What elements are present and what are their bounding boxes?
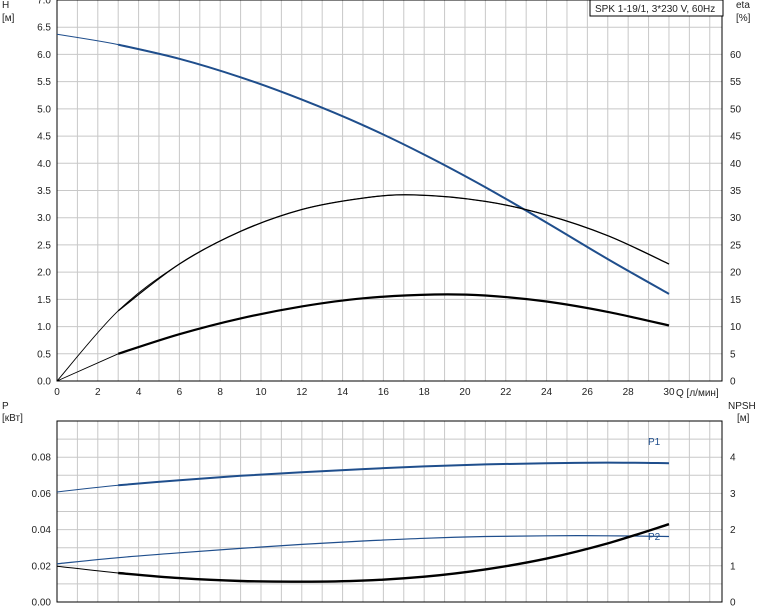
y2-tick-label: 4 [730, 453, 736, 464]
y-tick-label: 0.0 [37, 377, 51, 388]
tick-label-layer: 0.0 0.5 1.0 1.5 2.0 2.5 3.0 3.5 4.0 4.5 5.0 5.5 6.0 6… [32, 0, 742, 609]
x-tick-label: 26 [582, 387, 594, 398]
y-tick-label: 0.00 [32, 598, 52, 609]
x-tick-label: 8 [217, 387, 223, 398]
y-tick-label: 1.5 [37, 295, 51, 306]
y-tick-label: 0.06 [32, 489, 52, 500]
y2-tick-label: 20 [730, 268, 742, 279]
y2-tick-label: 2 [730, 525, 736, 536]
chart-title: SPK 1-19/1, 3*230 V, 60Hz [595, 4, 715, 15]
y2-tick-label: 45 [730, 132, 742, 143]
y2-tick-label: 0 [730, 377, 736, 388]
y-tick-label: 4.5 [37, 132, 51, 143]
bottom-y-right-unit: [м] [737, 413, 750, 424]
series-line-eta-thin-operating [117, 194, 670, 312]
y-tick-label: 7.0 [37, 0, 51, 7]
x-tick-label: 10 [255, 387, 267, 398]
pump-performance-chart: 0.0 0.5 1.0 1.5 2.0 2.5 3.0 3.5 4.0 4.5 5.0 5.5 6.0 6… [2, 0, 756, 609]
y2-tick-label: 1 [730, 561, 736, 572]
y-tick-label: 6.5 [37, 23, 51, 34]
y-tick-label: 2.5 [37, 240, 51, 251]
y-tick-label: 0.08 [32, 453, 52, 464]
x-tick-label: 16 [378, 387, 390, 398]
y2-tick-label: 35 [730, 186, 742, 197]
x-tick-label: 30 [663, 387, 675, 398]
y2-tick-label: 25 [730, 240, 742, 251]
grid-layer [57, 0, 722, 602]
top-y-right-unit: [%] [736, 13, 751, 24]
x-tick-label: 20 [459, 387, 471, 398]
top-y-left-unit: [м] [2, 13, 15, 24]
y2-tick-label: 0 [730, 598, 736, 609]
y2-tick-label: 55 [730, 77, 742, 88]
series-line-p1 [118, 461, 670, 487]
y-tick-label: 0.02 [32, 561, 52, 572]
series-line-npsh [118, 523, 670, 583]
x-tick-label: 6 [177, 387, 183, 398]
y2-tick-label: 3 [730, 489, 736, 500]
x-tick-label: 0 [54, 387, 60, 398]
p1-series-label: P1 [648, 437, 661, 448]
p2-series-label: P2 [648, 532, 661, 543]
x-tick-label: 18 [419, 387, 431, 398]
series-line-eta-thick-leadin [56, 353, 119, 382]
y-tick-label: 1.0 [37, 322, 51, 333]
y2-tick-label: 50 [730, 104, 742, 115]
top-y-right-label: eta [736, 0, 750, 11]
y2-tick-label: 10 [730, 322, 742, 333]
y2-tick-label: 15 [730, 295, 742, 306]
x-tick-label: 14 [337, 387, 349, 398]
y2-tick-label: 30 [730, 213, 742, 224]
x-tick-label: 2 [95, 387, 101, 398]
top-x-label: Q [л/мин] [676, 388, 719, 399]
y-tick-label: 5.0 [37, 104, 51, 115]
y-tick-label: 0.5 [37, 349, 51, 360]
y2-tick-label: 5 [730, 349, 736, 360]
series-line-eta-thick [117, 293, 670, 355]
x-tick-label: 22 [500, 387, 512, 398]
y-tick-label: 0.04 [32, 525, 52, 536]
y-tick-label: 6.0 [37, 50, 51, 61]
x-tick-label: 28 [623, 387, 635, 398]
x-tick-label: 4 [136, 387, 142, 398]
y-tick-label: 2.0 [37, 268, 51, 279]
bottom-y-left-unit: [кВт] [2, 413, 23, 424]
y-tick-label: 4.0 [37, 159, 51, 170]
y2-tick-label: 60 [730, 50, 742, 61]
y-tick-label: 3.5 [37, 186, 51, 197]
bottom-y-left-label: P [2, 401, 9, 412]
y-tick-label: 5.5 [37, 77, 51, 88]
x-tick-label: 24 [541, 387, 553, 398]
y2-tick-label: 40 [730, 159, 742, 170]
x-tick-label: 12 [296, 387, 308, 398]
top-y-left-label: H [2, 0, 9, 11]
y-tick-label: 3.0 [37, 213, 51, 224]
bottom-y-right-label: NPSH [728, 401, 756, 412]
